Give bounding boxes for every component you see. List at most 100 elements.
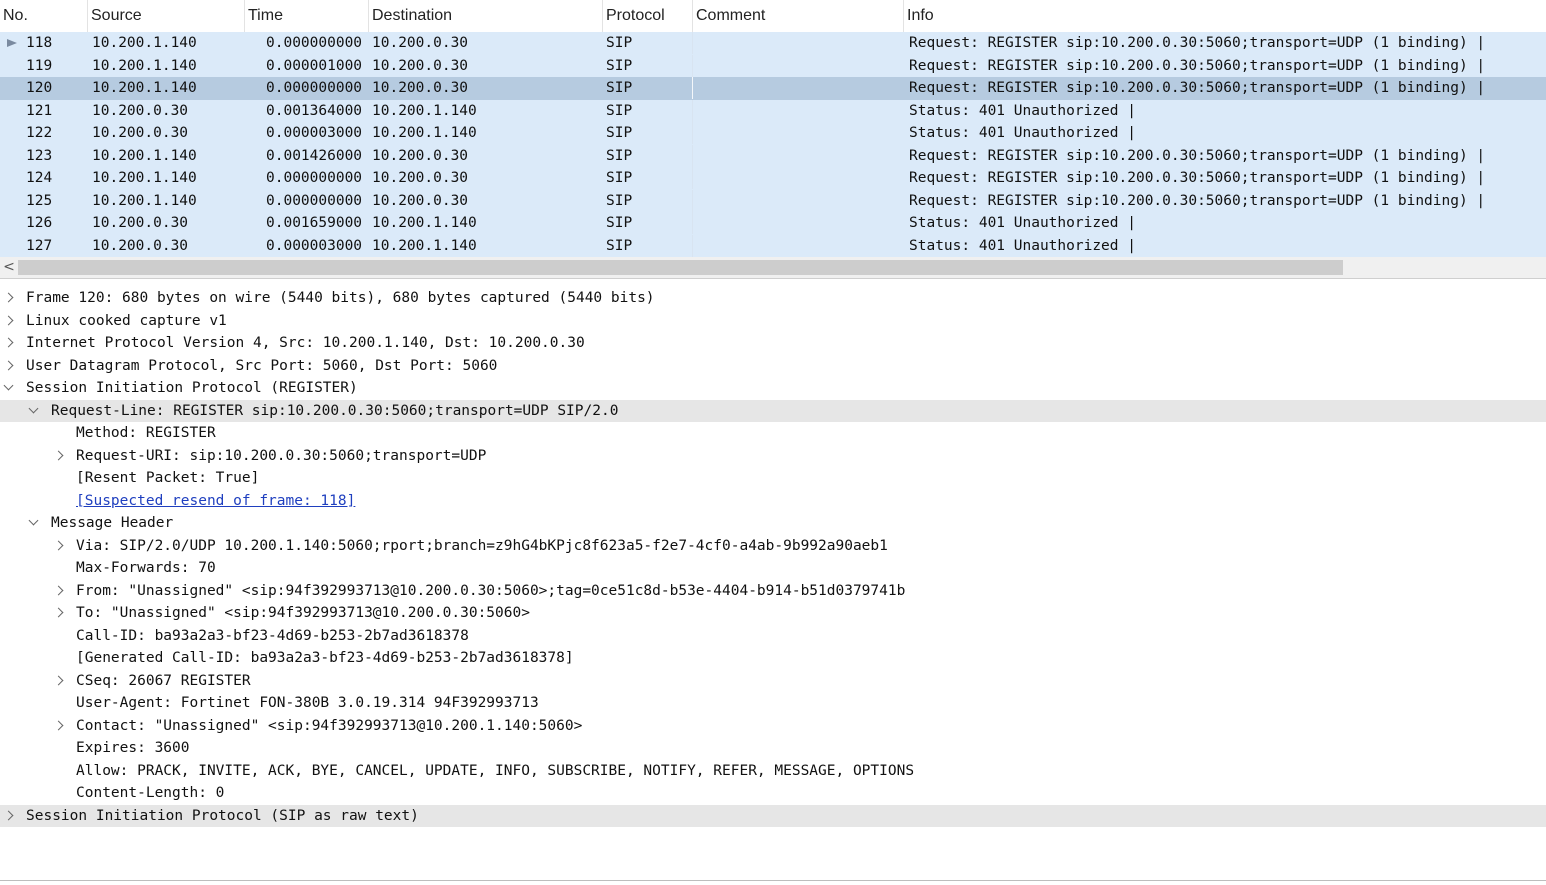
detail-node[interactable]: CSeq: 26067 REGISTER xyxy=(0,670,1546,693)
detail-node[interactable]: Via: SIP/2.0/UDP 10.200.1.140:5060;rport… xyxy=(0,535,1546,558)
detail-node[interactable]: User-Agent: Fortinet FON-380B 3.0.19.314… xyxy=(0,692,1546,715)
detail-node[interactable]: Message Header xyxy=(0,512,1546,535)
packet-details-tree[interactable]: Frame 120: 680 bytes on wire (5440 bits)… xyxy=(0,287,1546,847)
related-packet-marker-icon xyxy=(7,39,17,47)
packet-row-125[interactable]: 125 10.200.1.140 0.000000000 10.200.0.30 SIP… xyxy=(0,189,1546,212)
column-separator xyxy=(692,122,693,144)
packet-row-121[interactable]: 121 10.200.0.30 0.001364000 10.200.1.140 SIP… xyxy=(0,99,1546,122)
packet-source-cell: 10.200.0.30 xyxy=(92,237,189,254)
detail-node[interactable]: Request-URI: sip:10.200.0.30:5060;transp… xyxy=(0,445,1546,468)
detail-node[interactable]: From: "Unassigned" <sip:94f392993713@10.… xyxy=(0,580,1546,603)
chevron-down-icon[interactable] xyxy=(28,515,39,526)
chevron-right-icon[interactable] xyxy=(53,607,64,618)
packet-source-cell: 10.200.0.30 xyxy=(92,215,189,231)
detail-node[interactable]: Max-Forwards: 70 xyxy=(0,557,1546,580)
detail-text: Contact: "Unassigned" <sip:94f392993713@… xyxy=(76,717,583,734)
chevron-right-icon[interactable] xyxy=(3,337,14,348)
packet-destination-cell: 10.200.0.30 xyxy=(372,170,469,186)
detail-text: Max-Forwards: 70 xyxy=(76,560,216,576)
suspected-resend-link[interactable]: [Suspected resend of frame: 118] xyxy=(76,490,355,513)
column-header-no[interactable]: No. xyxy=(0,0,88,32)
packet-no-cell: 125 xyxy=(26,192,53,209)
detail-node[interactable]: Call-ID: ba93a2a3-bf23-4d69-b253-2b7ad36… xyxy=(0,625,1546,648)
detail-text: Expires: 3600 xyxy=(76,740,190,756)
packet-row-118[interactable]: 118 10.200.1.140 0.000000000 10.200.0.30 SIP… xyxy=(0,32,1546,55)
detail-node[interactable]: Request-Line: REGISTER sip:10.200.0.30:5… xyxy=(0,399,1546,422)
detail-node[interactable]: User Datagram Protocol, Src Port: 5060, … xyxy=(0,355,1546,378)
chevron-right-icon[interactable] xyxy=(3,360,14,370)
packet-source-cell: 10.200.1.140 xyxy=(92,170,197,186)
packet-row-122[interactable]: 122 10.200.0.30 0.000003000 10.200.1.140 SIP… xyxy=(0,122,1546,145)
chevron-right-icon[interactable] xyxy=(53,675,64,685)
column-header-protocol[interactable]: Protocol xyxy=(603,0,693,32)
detail-node[interactable]: Allow: PRACK, INVITE, ACK, BYE, CANCEL, … xyxy=(0,760,1546,783)
packet-time-cell: 0.001364000 xyxy=(266,102,363,119)
detail-node[interactable]: Session Initiation Protocol (REGISTER) xyxy=(0,377,1546,400)
detail-node[interactable]: Session Initiation Protocol (SIP as raw … xyxy=(0,804,1546,827)
chevron-right-icon[interactable] xyxy=(3,315,14,325)
chevron-right-icon[interactable] xyxy=(53,720,64,730)
detail-node[interactable]: Frame 120: 680 bytes on wire (5440 bits)… xyxy=(0,287,1546,310)
column-separator xyxy=(692,54,693,77)
packet-row-127[interactable]: 127 10.200.0.30 0.000003000 10.200.1.140 SIP… xyxy=(0,234,1546,257)
detail-text: From: "Unassigned" <sip:94f392993713@10.… xyxy=(76,582,906,599)
scrollbar-thumb[interactable] xyxy=(18,260,1343,275)
chevron-right-icon[interactable] xyxy=(53,585,64,595)
detail-node[interactable]: Method: REGISTER xyxy=(0,422,1546,445)
packet-protocol-cell: SIP xyxy=(606,192,633,209)
column-separator xyxy=(692,77,693,99)
chevron-right-icon[interactable] xyxy=(53,540,64,550)
packet-protocol-cell: SIP xyxy=(606,215,633,231)
chevron-right-icon[interactable] xyxy=(3,810,14,820)
detail-node[interactable]: Expires: 3600 xyxy=(0,737,1546,760)
chevron-down-icon[interactable] xyxy=(28,403,39,413)
packet-row-126[interactable]: 126 10.200.0.30 0.001659000 10.200.1.140 SIP… xyxy=(0,212,1546,235)
packet-time-cell: 0.000000000 xyxy=(266,170,363,186)
packet-protocol-cell: SIP xyxy=(606,237,633,254)
detail-node[interactable]: To: "Unassigned" <sip:94f392993713@10.20… xyxy=(0,602,1546,625)
column-header-source[interactable]: Source xyxy=(88,0,245,32)
packet-protocol-cell: SIP xyxy=(606,147,633,164)
packet-info-cell: Request: REGISTER sip:10.200.0.30:5060;t… xyxy=(909,57,1486,74)
detail-text: Session Initiation Protocol (SIP as raw … xyxy=(26,807,419,824)
packet-row-120[interactable]: 120 10.200.1.140 0.000000000 10.200.0.30 SIP… xyxy=(0,77,1546,100)
packet-destination-cell: 10.200.1.140 xyxy=(372,125,477,141)
chevron-right-icon[interactable] xyxy=(53,450,64,460)
packet-destination-cell: 10.200.0.30 xyxy=(372,35,469,51)
packet-destination-cell: 10.200.0.30 xyxy=(372,192,469,209)
packet-list[interactable]: 118 10.200.1.140 0.000000000 10.200.0.30 SIP… xyxy=(0,32,1546,257)
packet-list-horizontal-scrollbar[interactable]: < xyxy=(0,257,1546,279)
column-header-time[interactable]: Time xyxy=(245,0,369,32)
packet-no-cell: 121 xyxy=(26,102,53,119)
detail-text: To: "Unassigned" <sip:94f392993713@10.20… xyxy=(76,605,530,621)
packet-row-124[interactable]: 124 10.200.1.140 0.000000000 10.200.0.30 SIP… xyxy=(0,167,1546,190)
packet-protocol-cell: SIP xyxy=(606,125,633,141)
chevron-down-icon[interactable] xyxy=(3,380,14,391)
packet-row-123[interactable]: 123 10.200.1.140 0.001426000 10.200.0.30 SIP… xyxy=(0,144,1546,167)
detail-node[interactable]: [Suspected resend of frame: 118] xyxy=(0,490,1546,513)
packet-time-cell: 0.000000000 xyxy=(266,80,363,96)
column-header-comment[interactable]: Comment xyxy=(693,0,904,32)
packet-destination-cell: 10.200.0.30 xyxy=(372,80,469,96)
detail-text: Internet Protocol Version 4, Src: 10.200… xyxy=(26,335,585,351)
detail-node[interactable]: [Generated Call-ID: ba93a2a3-bf23-4d69-b… xyxy=(0,647,1546,670)
detail-node[interactable]: Contact: "Unassigned" <sip:94f392993713@… xyxy=(0,715,1546,738)
detail-node[interactable]: Internet Protocol Version 4, Src: 10.200… xyxy=(0,332,1546,355)
detail-text: Content-Length: 0 xyxy=(76,785,225,801)
detail-node[interactable]: Linux cooked capture v1 xyxy=(0,310,1546,333)
packet-no-cell: 127 xyxy=(26,237,53,254)
packet-info-cell: Status: 401 Unauthorized | xyxy=(909,237,1136,254)
detail-text: Linux cooked capture v1 xyxy=(26,312,227,329)
column-header-destination[interactable]: Destination xyxy=(369,0,603,32)
packet-info-cell: Request: REGISTER sip:10.200.0.30:5060;t… xyxy=(909,192,1486,209)
column-header-info[interactable]: Info xyxy=(904,0,1546,32)
packet-row-119[interactable]: 119 10.200.1.140 0.000001000 10.200.0.30 SIP… xyxy=(0,54,1546,77)
column-separator xyxy=(692,167,693,189)
detail-text: Via: SIP/2.0/UDP 10.200.1.140:5060;rport… xyxy=(76,537,888,554)
detail-node[interactable]: Content-Length: 0 xyxy=(0,782,1546,805)
chevron-right-icon[interactable] xyxy=(3,292,14,303)
packet-info-cell: Status: 401 Unauthorized | xyxy=(909,215,1136,231)
packet-info-cell: Request: REGISTER sip:10.200.0.30:5060;t… xyxy=(909,35,1486,51)
detail-node[interactable]: [Resent Packet: True] xyxy=(0,467,1546,490)
scroll-left-arrow-icon[interactable]: < xyxy=(0,257,18,278)
